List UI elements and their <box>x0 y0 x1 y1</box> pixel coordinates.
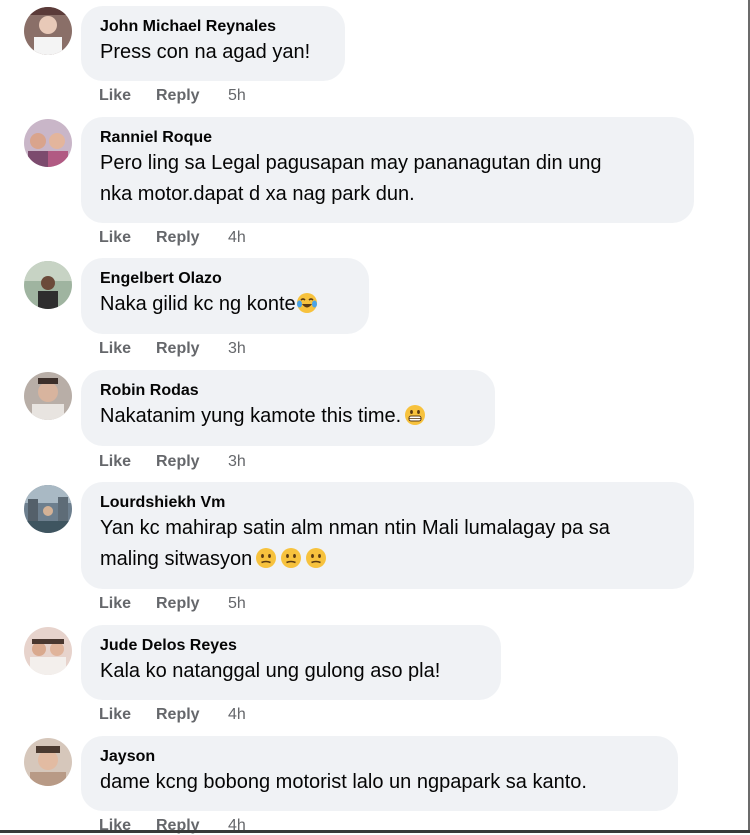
avatar[interactable] <box>24 119 72 167</box>
comment-text: Yan kc mahirap satin alm nman ntin Mali … <box>100 517 610 539</box>
neutral-face-emoji-icon <box>306 548 327 568</box>
like-button[interactable]: Like <box>99 229 156 247</box>
comment-actions: Like Reply 5h <box>99 595 246 613</box>
comment-actions: Like Reply 5h <box>99 87 246 105</box>
like-button[interactable]: Like <box>99 706 156 724</box>
grimacing-emoji-icon <box>405 405 426 425</box>
comment-text-line: Nakatanim yung kamote this time. <box>100 405 402 427</box>
comment-bubble: Engelbert Olazo Naka gilid kc ng konte <box>81 258 369 334</box>
comment-actions: Like Reply 3h <box>99 340 246 358</box>
comment-bubble: Jayson dame kcng bobong motorist lalo un… <box>81 736 678 811</box>
comment-text-line: Naka gilid kc ng konte <box>100 293 296 315</box>
comment-author[interactable]: Engelbert Olazo <box>100 269 350 289</box>
comment-timestamp[interactable]: 5h <box>228 87 246 105</box>
comment-author[interactable]: Jude Delos Reyes <box>100 636 482 656</box>
reply-button[interactable]: Reply <box>156 706 228 724</box>
reply-button[interactable]: Reply <box>156 340 228 358</box>
comment-author[interactable]: John Michael Reynales <box>100 17 326 37</box>
comment-actions: Like Reply 4h <box>99 229 246 247</box>
avatar[interactable] <box>24 372 72 420</box>
comment-text: Pero ling sa Legal pagusapan may pananag… <box>100 152 602 174</box>
comment-author[interactable]: Jayson <box>100 747 659 767</box>
avatar[interactable] <box>24 627 72 675</box>
avatar[interactable] <box>24 738 72 786</box>
comment-text: Press con na agad yan! <box>100 41 311 63</box>
comment-author[interactable]: Robin Rodas <box>100 381 476 401</box>
neutral-face-emoji-icon <box>256 548 277 568</box>
comment-timestamp[interactable]: 3h <box>228 340 246 358</box>
comment-author[interactable]: Lourdshiekh Vm <box>100 493 675 513</box>
reply-button[interactable]: Reply <box>156 87 228 105</box>
comment-text-line: maling sitwasyon <box>100 548 253 570</box>
comment-actions: Like Reply 4h <box>99 706 246 724</box>
avatar[interactable] <box>24 7 72 55</box>
comment-text: dame kcng bobong motorist lalo un ngpapa… <box>100 771 587 793</box>
comment-bubble: Lourdshiekh Vm Yan kc mahirap satin alm … <box>81 482 694 589</box>
comment-timestamp[interactable]: 4h <box>228 706 246 724</box>
comment-bubble: John Michael Reynales Press con na agad … <box>81 6 345 81</box>
avatar[interactable] <box>24 261 72 309</box>
like-button[interactable]: Like <box>99 595 156 613</box>
neutral-face-emoji-icon <box>281 548 302 568</box>
comment-text: Naka gilid kc ng konte <box>100 289 350 320</box>
comment-bubble: Ranniel Roque Pero ling sa Legal pagusap… <box>81 117 694 223</box>
comment-text: Nakatanim yung kamote this time. <box>100 401 476 432</box>
comment-bubble: Robin Rodas Nakatanim yung kamote this t… <box>81 370 495 446</box>
like-button[interactable]: Like <box>99 453 156 471</box>
like-button[interactable]: Like <box>99 87 156 105</box>
comment-timestamp[interactable]: 4h <box>228 229 246 247</box>
comment-text: maling sitwasyon <box>100 544 675 575</box>
comment-timestamp[interactable]: 3h <box>228 453 246 471</box>
reply-button[interactable]: Reply <box>156 453 228 471</box>
comment-actions: Like Reply 3h <box>99 453 246 471</box>
comment-author[interactable]: Ranniel Roque <box>100 128 675 148</box>
avatar[interactable] <box>24 485 72 533</box>
comment-bubble: Jude Delos Reyes Kala ko natanggal ung g… <box>81 625 501 700</box>
comment-text: Kala ko natanggal ung gulong aso pla! <box>100 660 441 682</box>
reply-button[interactable]: Reply <box>156 595 228 613</box>
comment-text: nka motor.dapat d xa nag park dun. <box>100 183 415 205</box>
reply-button[interactable]: Reply <box>156 229 228 247</box>
like-button[interactable]: Like <box>99 340 156 358</box>
comment-timestamp[interactable]: 5h <box>228 595 246 613</box>
tears-of-joy-emoji-icon <box>296 293 317 313</box>
